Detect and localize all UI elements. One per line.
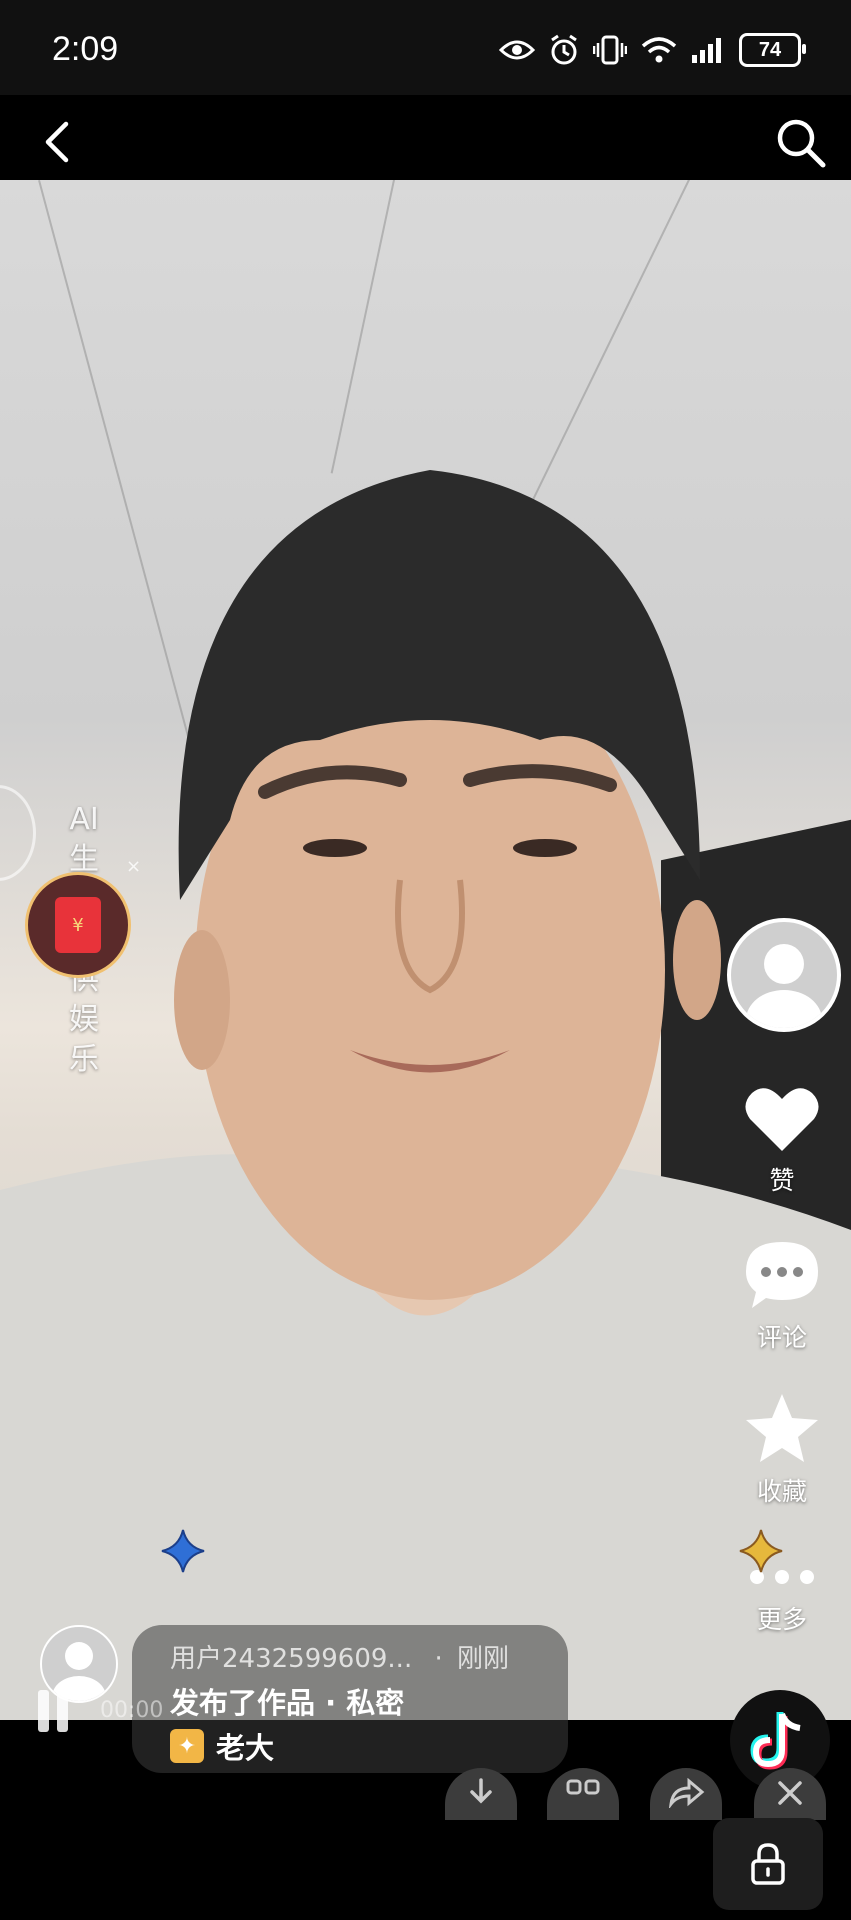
pause-bar: [57, 1690, 68, 1732]
status-time: 2:09: [52, 30, 119, 68]
red-packet-symbol: ¥: [72, 914, 84, 936]
playback-timecode: 00:00: [100, 1698, 164, 1723]
like-label: 赞: [769, 1166, 795, 1195]
ai-notice-char: 娱: [69, 1002, 99, 1037]
heart-icon: [745, 1088, 819, 1151]
post-tag[interactable]: ✦ 老大: [170, 1725, 274, 1767]
download-icon: [470, 1778, 492, 1804]
share-icon: [668, 1778, 705, 1808]
post-description: 发布了作品 · 私密: [170, 1686, 405, 1720]
signal-icon: [692, 38, 721, 63]
pause-bar: [38, 1690, 49, 1732]
person-figure: [0, 470, 851, 1720]
red-packet-icon: ¥: [55, 897, 101, 953]
comment-label: 评论: [756, 1323, 807, 1352]
video-player[interactable]: [0, 180, 851, 1720]
username[interactable]: 用户2432599609...: [170, 1644, 412, 1674]
tiktok-note-icon: [750, 1712, 801, 1770]
favorite-label: 收藏: [756, 1477, 807, 1506]
red-packet-button[interactable]: ¥: [25, 872, 131, 978]
meta-separator: ·: [434, 1644, 443, 1674]
star-icon: [746, 1394, 818, 1462]
ai-notice-char: 乐: [69, 1042, 99, 1077]
author-avatar-rail[interactable]: [727, 918, 841, 1032]
wifi-icon: [641, 37, 677, 63]
post-meta: 用户2432599609... · 刚刚: [170, 1638, 509, 1675]
tag-label: 老大: [216, 1731, 275, 1765]
lock-button[interactable]: [713, 1818, 823, 1910]
download-button[interactable]: [445, 1768, 517, 1820]
share-button[interactable]: [650, 1768, 722, 1820]
status-icons: 74: [499, 30, 806, 70]
ai-notice-char: AI: [69, 802, 99, 837]
search-icon[interactable]: [775, 117, 827, 169]
eye-icon: [499, 40, 535, 60]
sparkle-icon: ✦: [170, 1729, 204, 1763]
status-bar: 2:09 74: [0, 0, 851, 95]
like-button[interactable]: 赞: [727, 1085, 837, 1197]
favorite-button[interactable]: 收藏: [727, 1392, 837, 1508]
alarm-icon: [551, 34, 577, 65]
more-label: 更多: [756, 1605, 807, 1634]
vibrate-icon: [593, 35, 627, 65]
top-bar: [0, 95, 851, 180]
sparkle-icon: [161, 1529, 205, 1573]
red-packet-close-button[interactable]: ×: [126, 856, 141, 877]
sparkle-icon: [739, 1529, 783, 1573]
battery-level: 74: [758, 38, 782, 61]
comment-icon: [746, 1242, 818, 1308]
chevron-left-icon[interactable]: [40, 120, 76, 164]
lock-icon: [751, 1843, 785, 1885]
battery-icon: 74: [739, 33, 806, 67]
grid-icon: [566, 1779, 600, 1795]
comment-button[interactable]: 评论: [727, 1238, 837, 1354]
pause-button[interactable]: [38, 1690, 78, 1732]
close-icon: [778, 1781, 802, 1805]
default-avatar-icon: [746, 944, 822, 1028]
post-time: 刚刚: [457, 1644, 510, 1674]
grid-button[interactable]: [547, 1768, 619, 1820]
